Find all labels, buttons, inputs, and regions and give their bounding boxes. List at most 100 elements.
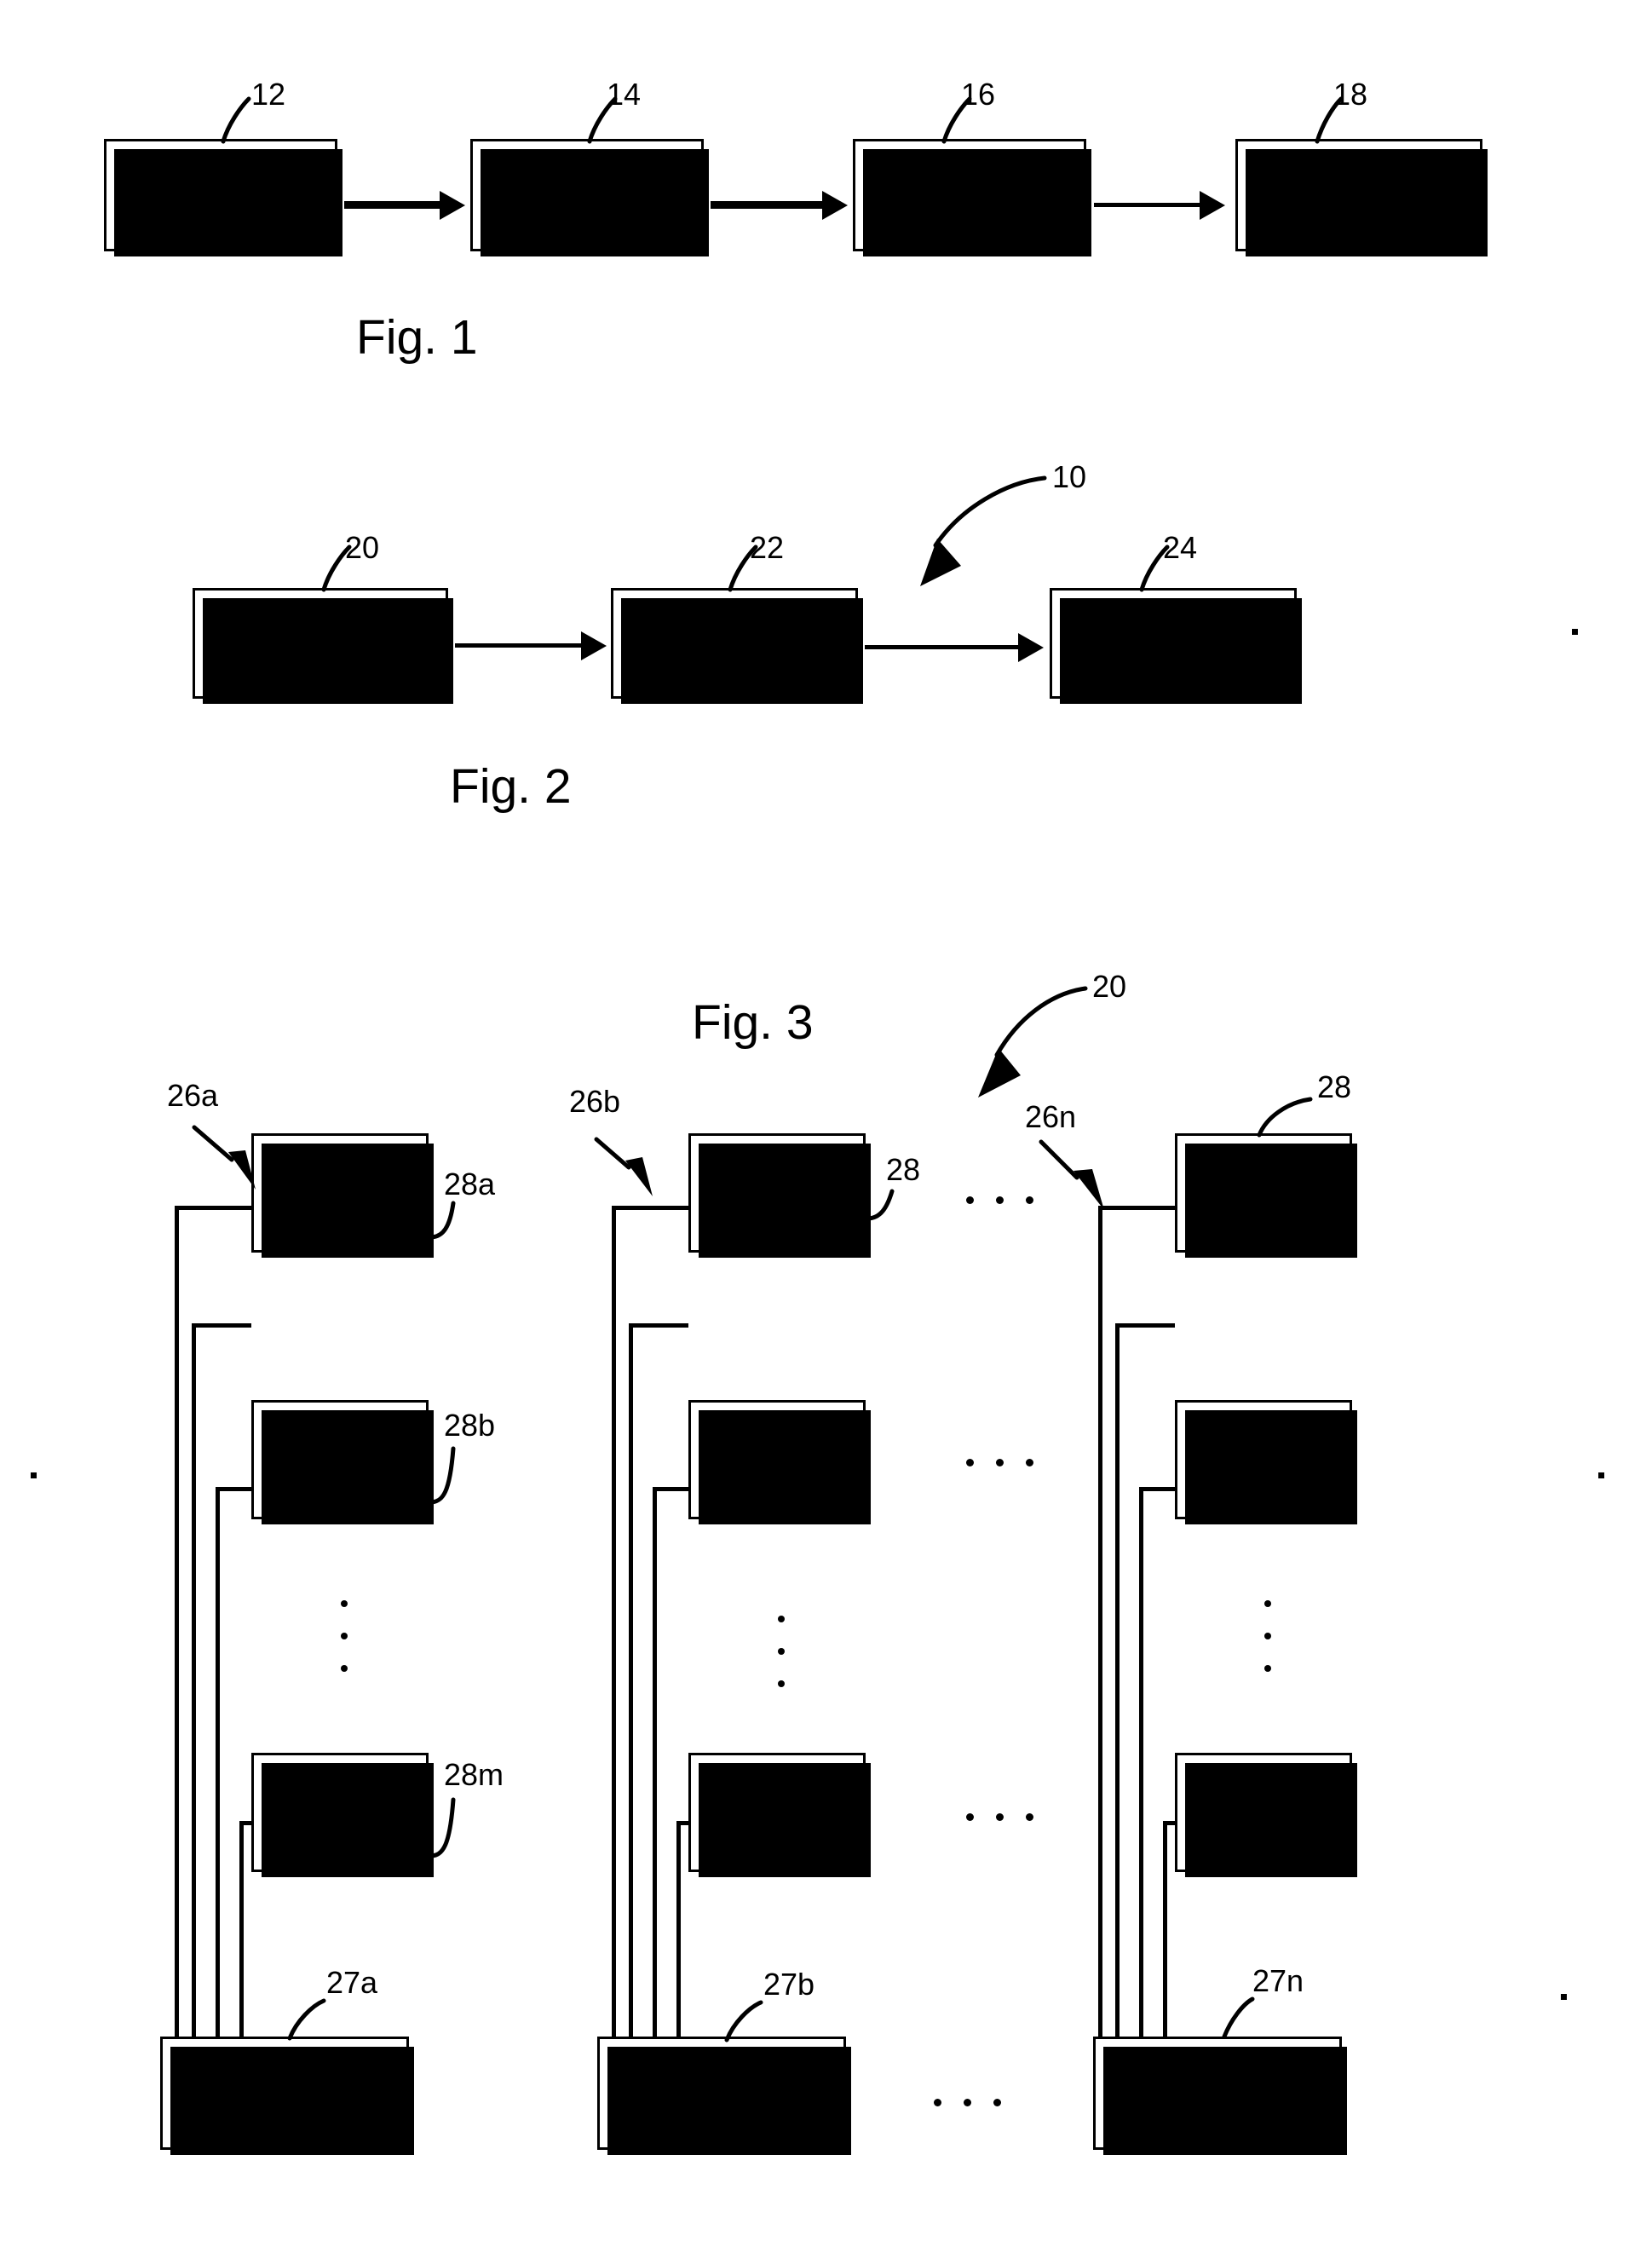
fig2-ref-10-system: 10	[1052, 459, 1087, 494]
fig3-fpu-1-2-line2: (1,2)	[311, 1460, 369, 1491]
fig1-box-machine-code-line2: Code	[935, 195, 1004, 227]
fig2-box-vliw-processor-line2: Processor	[256, 643, 384, 675]
fig3-ref-28a: 28a	[444, 1167, 496, 1201]
fig3-ref-28m: 28m	[444, 1757, 504, 1792]
fig2-box-vliw-processor: VLIW Processor	[193, 588, 453, 704]
fig3-ref-20-system: 20	[1092, 969, 1127, 1004]
fig2-ref-24: 24	[1163, 530, 1198, 565]
fig2-box-main-memory-line1: Main	[1143, 610, 1204, 642]
fig3-c2-bus-2	[629, 1323, 633, 2037]
fig3-ref-27b: 27b	[763, 1967, 815, 2002]
fig3-row-2-ellipsis	[966, 1459, 1033, 1466]
fig3-c3-bus-4	[1163, 1821, 1167, 2037]
fig1-box-compiler-header-line2: Header	[540, 195, 634, 227]
fig3-fpu-n-2-line1: FPU	[1235, 1426, 1292, 1459]
fig3-fpu-1-m: FPU (1,m)	[251, 1753, 434, 1877]
fig1-box-source-code-line1: Source	[176, 162, 266, 194]
fig2-connector-2	[865, 645, 1018, 649]
fig3-fpu-2-2-line2: (2,2)	[748, 1460, 806, 1491]
scan-speck-right-1	[1572, 629, 1578, 635]
fig2-box-main-memory-line2: Memory	[1122, 643, 1224, 675]
fig3-c1-bus-4	[239, 1821, 244, 2037]
fig3-c1-stub-3	[216, 1487, 251, 1491]
fig3-c2-bus-1	[612, 1206, 616, 2037]
fig3-c3-stub-4	[1163, 1821, 1175, 1825]
fig3-fpu-2-m-line1: FPU	[749, 1779, 805, 1812]
fig3-register-file-cluster-1-line2: for Cluster 1	[212, 2093, 357, 2123]
fig1-arrow-1	[440, 191, 465, 220]
fig3-c2-bus-3	[653, 1487, 657, 2037]
fig2-box-vliw-processor-line1: VLIW	[285, 610, 355, 642]
fig3-ref-26n: 26n	[1025, 1099, 1077, 1134]
fig1-caption: Fig. 1	[356, 310, 478, 365]
fig3-ref-28-col3: 28	[1317, 1069, 1352, 1104]
fig1-ref-12: 12	[251, 77, 286, 112]
fig3-register-file-cluster-n-line2: for cluster 3	[1148, 2093, 1286, 2123]
fig3-fpu-n-2: FPU (n,2)	[1175, 1400, 1357, 1524]
fig1-box-source-code: Source Code	[104, 139, 342, 256]
fig1-ref-16: 16	[961, 77, 996, 112]
fig2-box-main-memory: Main Memory	[1050, 588, 1302, 704]
fig3-c2-bus-4	[676, 1821, 681, 2037]
fig3-fpu-2-1-line2: (2,1)	[748, 1193, 806, 1224]
fig1-ref-18: 18	[1333, 77, 1368, 112]
fig3-c3-bus-2	[1115, 1323, 1120, 2037]
fig3-fpu-n-2-line2: (n,2)	[1235, 1460, 1292, 1491]
fig3-register-file-cluster-n-line1: Register file	[1148, 2061, 1287, 2092]
figure-3: Fig. 3 20 26a FPU (1,1) 28a FPU (1,2) 28…	[0, 0, 1652, 2247]
fig3-fpu-2-m-line2: (2,m)	[744, 1812, 810, 1844]
fig3-register-file-cluster-2-line2: for Cluster 2	[649, 2093, 794, 2123]
fig1-box-compiler-header: Compiler / Header	[470, 139, 709, 256]
fig3-c3-stub-1	[1098, 1206, 1175, 1210]
fig3-register-file-cluster-1-line1: Register file	[215, 2061, 354, 2092]
fig2-ref-20: 20	[345, 530, 380, 565]
fig3-ref-28-col2: 28	[886, 1152, 921, 1187]
fig1-box-source-code-line2: Code	[187, 195, 255, 227]
fig3-register-row-ellipsis	[934, 2099, 1001, 2106]
fig3-c3-bus-1	[1098, 1206, 1102, 2037]
fig1-box-compiler-header-line1: Compiler /	[522, 162, 652, 194]
fig3-c1-stub-4	[239, 1821, 251, 1825]
fig3-c3-stub-2	[1115, 1323, 1175, 1328]
fig2-box-instruction-cache: Instruction Cache	[611, 588, 863, 704]
fig1-connector-1	[344, 201, 440, 209]
fig3-fpu-1-1: FPU (1,1)	[251, 1133, 434, 1258]
fig3-c1-bus-2	[192, 1323, 196, 2037]
fig3-fpu-1-1-line2: (1,1)	[311, 1193, 369, 1224]
fig3-c2-stub-4	[676, 1821, 688, 1825]
fig3-ref-27a: 27a	[326, 1965, 378, 2000]
fig1-box-machine-code-line1: Machine	[916, 162, 1023, 194]
fig3-caption: Fig. 3	[692, 995, 814, 1050]
fig1-box-machine-code: Machine Code	[853, 139, 1091, 256]
fig3-row-m-ellipsis	[966, 1813, 1033, 1821]
fig1-connector-2	[711, 201, 822, 209]
fig3-c1-stub-2	[192, 1323, 251, 1328]
fig3-fpu-n-m-line1: FPU	[1235, 1779, 1292, 1812]
fig3-fpu-2-1: FPU (2,1)	[688, 1133, 871, 1258]
fig3-c3-vertical-ellipsis	[1264, 1600, 1271, 1672]
fig1-box-memory: Memory	[1235, 139, 1488, 256]
fig3-c2-stub-1	[612, 1206, 688, 1210]
fig3-register-file-cluster-1: Register file for Cluster 1	[160, 2037, 414, 2155]
fig3-c2-stub-2	[629, 1323, 688, 1328]
fig1-arrow-3	[1200, 191, 1225, 220]
fig3-c1-bus-3	[216, 1487, 220, 2037]
fig3-c1-vertical-ellipsis	[341, 1600, 348, 1672]
fig3-fpu-2-2-line1: FPU	[749, 1426, 805, 1459]
fig3-fpu-1-m-line1: FPU	[312, 1779, 368, 1812]
fig2-caption: Fig. 2	[450, 759, 572, 814]
fig1-arrow-2	[822, 191, 848, 220]
scan-speck-right-3	[1561, 1994, 1567, 2000]
fig3-ref-28b: 28b	[444, 1408, 496, 1443]
fig3-c2-vertical-ellipsis	[778, 1616, 785, 1687]
fig3-fpu-1-m-line2: (1,m)	[307, 1812, 373, 1844]
fig2-box-instruction-cache-line1: Instruction	[669, 610, 800, 642]
fig3-fpu-1-2-line1: FPU	[312, 1426, 368, 1459]
fig3-fpu-n-1-line2: (n,1)	[1235, 1193, 1292, 1224]
fig3-ref-27n: 27n	[1252, 1963, 1304, 1998]
fig1-box-memory-line1: Memory	[1308, 178, 1410, 210]
fig1-ref-14: 14	[607, 77, 642, 112]
fig3-fpu-2-2: FPU (2,2)	[688, 1400, 871, 1524]
fig3-c2-stub-3	[653, 1487, 688, 1491]
fig3-fpu-n-m: FPU (n,m)	[1175, 1753, 1357, 1877]
